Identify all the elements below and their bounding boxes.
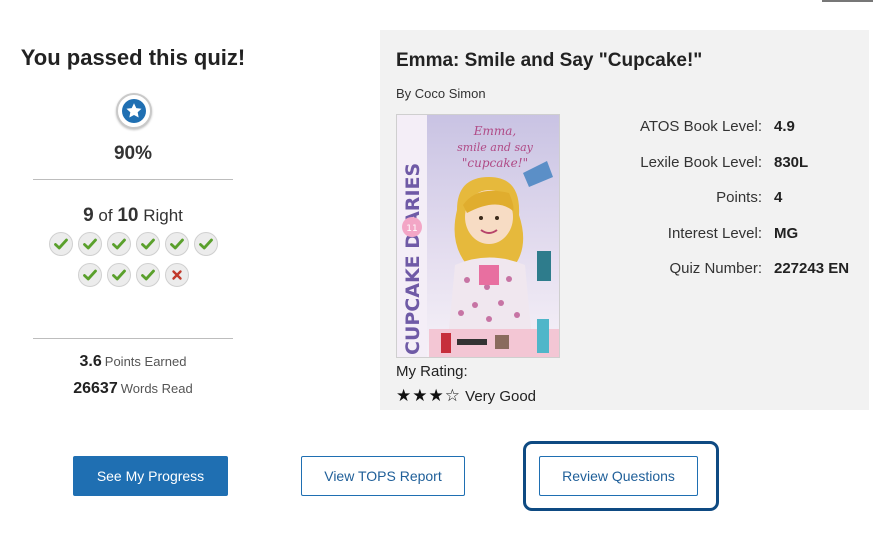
book-author: By Coco Simon [396,86,486,101]
score-summary: 9 of 10 Right [0,205,266,227]
words-read: 26637 Words Read [0,380,266,398]
check-icon [106,232,131,256]
detail-label: Quiz Number: [669,260,762,277]
check-icon [48,232,73,256]
detail-value: 830L [774,154,809,171]
book-title: Emma: Smile and Say "Cupcake!" [396,50,703,71]
review-questions-button[interactable]: Review Questions [539,456,698,496]
words-label: Words Read [120,381,193,396]
points-label: Points Earned [104,354,187,369]
check-icon [106,263,131,287]
detail-quiz-number: Quiz Number: 227243 EN [590,260,860,280]
check-icon [77,263,102,287]
score-percent: 90% [113,143,153,164]
check-icon [193,232,218,256]
detail-atos: ATOS Book Level: 4.9 [590,118,860,138]
divider [33,338,233,339]
see-my-progress-button[interactable]: See My Progress [73,456,228,496]
points-value: 3.6 [79,353,102,370]
detail-label: Points: [716,189,762,206]
star-icon [116,93,152,129]
check-icon [77,232,102,256]
detail-lexile: Lexile Book Level: 830L [590,154,860,174]
svg-text:11: 11 [406,224,417,234]
detail-value: 227243 EN [774,260,850,277]
points-earned: 3.6 Points Earned [0,353,266,371]
score-total: 10 [117,205,139,226]
svg-text:"cupcake!": "cupcake!" [462,156,528,170]
rating-label: My Rating: [396,363,468,380]
detail-label: Interest Level: [667,225,762,242]
quiz-result-panel: You passed this quiz! 90% 9 of 10 Right … [0,0,266,420]
detail-label: ATOS Book Level: [639,118,762,135]
detail-points: Points: 4 [590,189,860,209]
svg-text:Emma,: Emma, [473,124,517,138]
divider [33,179,233,180]
detail-label: Lexile Book Level: [640,154,762,171]
check-icon [135,263,160,287]
svg-text:smile and say: smile and say [457,141,534,154]
words-value: 26637 [73,380,118,397]
my-rating: ★★★☆ Very Good [396,386,536,406]
cover-series: CUPCAKE DIARIES [402,163,424,355]
rating-stars: ★★★☆ [396,386,461,405]
top-edge-rule [822,0,873,2]
detail-value: 4.9 [774,118,795,135]
cross-icon [164,263,189,287]
score-right: 9 [83,205,94,226]
detail-value: 4 [774,189,783,206]
check-icon [164,232,189,256]
rating-text: Very Good [465,388,537,405]
answer-marks [40,232,226,287]
book-card: Emma: Smile and Say "Cupcake!" By Coco S… [380,30,869,410]
view-tops-report-button[interactable]: View TOPS Report [301,456,465,496]
result-heading: You passed this quiz! [20,45,246,70]
score-suffix: Right [143,206,183,225]
check-icon [135,232,160,256]
detail-value: MG [774,225,799,242]
detail-interest-level: Interest Level: MG [590,225,860,245]
book-cover-image: CUPCAKE DIARIES 11 Emma, smile and say "… [396,114,560,358]
score-of: of [98,206,113,225]
